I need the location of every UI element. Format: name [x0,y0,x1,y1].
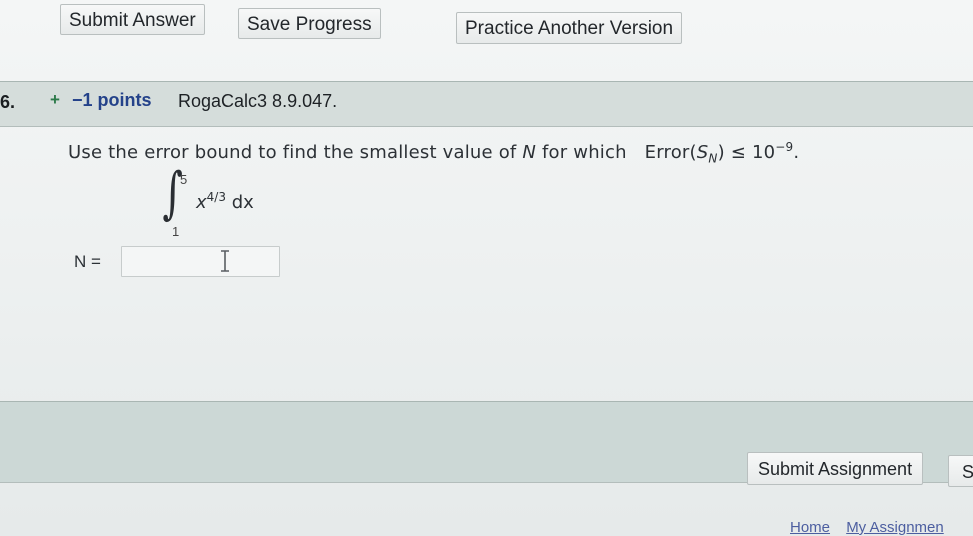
answer-label: N = [74,252,101,271]
integral-lower-limit: 1 [172,224,180,239]
top-toolbar: Submit Answer Save Progress Practice Ano… [0,0,973,60]
integrand-differential: dx [231,192,254,213]
nav-home-link[interactable]: Home [790,519,830,536]
question-body: Use the error bound to find the smallest… [0,128,973,398]
answer-input[interactable] [121,246,280,277]
integrand: x4/3 dx [196,190,254,213]
page: Submit Answer Save Progress Practice Ano… [0,0,973,536]
error-s: S [696,142,709,163]
prompt-period: . [793,142,800,163]
question-points: −1 points [72,90,152,110]
text-cursor-icon [221,250,229,272]
integral-upper-limit: 5 [180,172,188,187]
integrand-power: 4/3 [206,190,226,204]
save-progress-button[interactable]: Save Progress [238,8,381,39]
error-expression: Error(SN) ≤ 10−9. [644,140,800,166]
question-header: 6. + −1 points RogaCalc3 8.9.047. [0,81,973,127]
submit-assignment-button[interactable]: Submit Assignment [747,452,924,485]
error-close: ) [717,142,725,163]
error-bound-base: 10 [751,142,776,163]
plus-icon[interactable]: + [47,91,63,108]
submit-answer-button[interactable]: Submit Answer [60,4,205,35]
integral-expression: ∫ 5 1 x4/3 dx [156,166,296,240]
error-label: Error( [644,142,697,163]
question-number: 6. [0,92,16,112]
save-assignment-button[interactable]: S [948,455,973,487]
question-source: RogaCalc3 8.9.047. [178,91,338,111]
prompt-text: Use the error bound to find the smallest… [68,142,517,163]
error-bound-exponent: −9 [775,140,794,154]
prompt-for-which: for which [542,142,627,163]
prompt-variable: N [522,142,537,163]
footer-nav: Home My Assignmen [790,519,956,536]
practice-another-version-button[interactable]: Practice Another Version [456,12,683,44]
error-subscript: N [708,151,718,166]
assignment-footer-band: Submit Assignment S [0,401,973,487]
integrand-base: x [196,192,207,213]
nav-my-assignments-link[interactable]: My Assignmen [846,519,944,536]
leq-symbol: ≤ [730,142,747,163]
